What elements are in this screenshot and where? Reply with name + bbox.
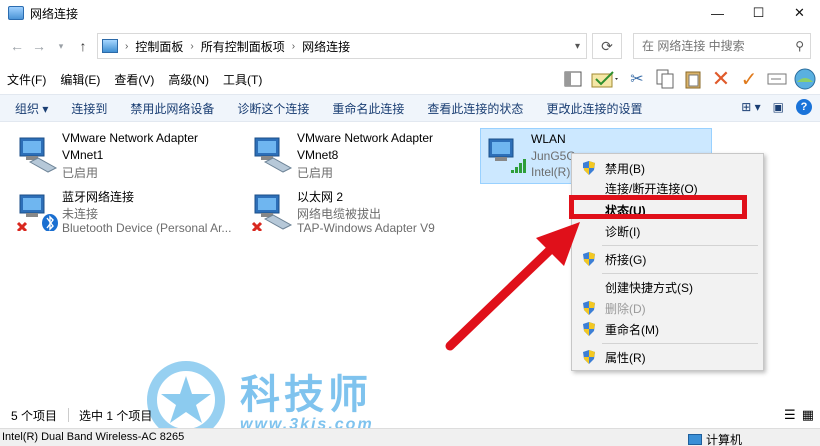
address-bar: ← → ▾ ↑ › 控制面板 › 所有控制面板项 › 网络连接 ▾ ⟳ ⚲	[0, 30, 820, 62]
wifi-adapter-icon	[488, 138, 526, 173]
control-panel-icon	[102, 39, 118, 53]
computer-icon	[687, 434, 702, 445]
title-bar: 网络连接 — ☐ ✕	[0, 0, 820, 26]
details-bar: Intel(R) Dual Band Wireless-AC 8265 计算机	[0, 428, 820, 446]
menu-edit[interactable]: 编辑(E)	[60, 71, 100, 88]
menu-separator	[602, 245, 758, 246]
delete-x-icon[interactable]: ✕	[710, 66, 732, 91]
cut-icon[interactable]: ✂	[626, 68, 648, 90]
organize-button[interactable]: 组织 ▾	[15, 100, 48, 117]
command-bar: 组织 ▾ 连接到 禁用此网络设备 诊断这个连接 重命名此连接 查看此连接的状态 …	[0, 94, 820, 122]
status-bar: 5 个项目 选中 1 个项目 ☰ ▦	[0, 402, 820, 428]
help-icon[interactable]: ?	[796, 99, 812, 115]
copy-icon[interactable]	[654, 68, 676, 90]
diagnose-button[interactable]: 诊断这个连接	[237, 100, 309, 117]
highlight-box	[569, 195, 747, 219]
recent-dropdown-icon[interactable]: ▾	[50, 41, 72, 52]
adapter-bluetooth[interactable]: 蓝牙网络连接 未连接 Bluetooth Device (Personal Ar…	[12, 185, 232, 237]
connect-to-button[interactable]: 连接到	[71, 100, 107, 117]
search-icon[interactable]: ⚲	[795, 39, 804, 53]
view-status-button[interactable]: 查看此连接的状态	[427, 100, 523, 117]
globe-icon[interactable]	[794, 68, 816, 90]
ctx-create-shortcut[interactable]: 创建快捷方式(S)	[572, 277, 763, 297]
red-arrow-annotation	[445, 222, 580, 351]
ctx-delete: 删除(D)	[572, 298, 763, 318]
search-box[interactable]: ⚲	[633, 33, 811, 59]
network-adapter-icon	[19, 137, 58, 173]
selected-count: 选中 1 个项目	[79, 408, 153, 423]
apply-check-icon[interactable]: ✓	[738, 68, 760, 91]
paste-icon[interactable]	[682, 68, 704, 90]
adapter-description: Intel(R) Dual Band Wireless-AC 8265	[2, 431, 185, 443]
menu-separator	[602, 273, 758, 274]
ctx-bridge[interactable]: 桥接(G)	[572, 249, 763, 269]
address-dropdown-icon[interactable]: ▾	[575, 41, 580, 52]
change-settings-button[interactable]: 更改此连接的设置	[546, 100, 642, 117]
bluetooth-adapter-icon	[16, 194, 58, 231]
breadcrumb-network-connections[interactable]: 网络连接	[302, 38, 350, 55]
rename-icon[interactable]	[766, 68, 788, 90]
context-menu: 禁用(B) 连接/断开连接(O) 状态(U) 诊断(I) 桥接(G) 创建快捷方…	[571, 153, 764, 371]
item-count: 5 个项目	[11, 408, 58, 423]
computer-label: 计算机	[705, 433, 742, 446]
view-options-icon[interactable]: ⊞ ▾	[741, 100, 760, 114]
toolbar: ✂ ✕ ✓	[562, 66, 816, 92]
menu-separator	[602, 343, 758, 344]
uac-shield-icon	[583, 161, 595, 175]
ctx-properties[interactable]: 属性(R)	[572, 347, 763, 367]
rename-connection-button[interactable]: 重命名此连接	[332, 100, 404, 117]
menu-tools[interactable]: 工具(T)	[223, 71, 262, 88]
details-view-icon[interactable]: ☰	[784, 407, 796, 423]
minimize-button[interactable]: —	[697, 0, 738, 26]
maximize-button[interactable]: ☐	[738, 0, 779, 26]
forward-arrow-icon[interactable]: →	[28, 38, 50, 54]
search-input[interactable]	[642, 39, 792, 53]
disable-device-button[interactable]: 禁用此网络设备	[130, 100, 214, 117]
window-title: 网络连接	[30, 6, 79, 21]
adapter-vmnet8[interactable]: VMware Network Adapter VMnet8 已启用	[247, 128, 467, 180]
breadcrumb-all-items[interactable]: 所有控制面板项	[201, 38, 285, 55]
ctx-rename[interactable]: 重命名(M)	[572, 319, 763, 339]
breadcrumb-control-panel[interactable]: 控制面板	[135, 38, 183, 55]
properties-check-icon[interactable]	[590, 68, 620, 90]
network-adapter-icon	[254, 137, 293, 173]
ethernet-adapter-icon	[251, 194, 293, 231]
preview-pane-icon[interactable]: ▣	[773, 100, 784, 114]
back-arrow-icon[interactable]: ←	[6, 38, 28, 54]
adapter-ethernet-2[interactable]: 以太网 2 网络电缆被拔出 TAP-Windows Adapter V9	[247, 185, 467, 237]
ctx-diagnose[interactable]: 诊断(I)	[572, 221, 763, 241]
network-folder-icon	[8, 6, 24, 20]
menu-view[interactable]: 查看(V)	[114, 71, 154, 88]
ctx-disable[interactable]: 禁用(B)	[572, 158, 763, 178]
address-field[interactable]: › 控制面板 › 所有控制面板项 › 网络连接 ▾	[97, 33, 587, 59]
close-button[interactable]: ✕	[779, 0, 820, 26]
adapter-vmnet1[interactable]: VMware Network Adapter VMnet1 已启用	[12, 128, 232, 180]
tiles-view-icon[interactable]: ▦	[802, 407, 814, 423]
menu-advanced[interactable]: 高级(N)	[168, 71, 209, 88]
refresh-button[interactable]: ⟳	[592, 33, 622, 59]
up-arrow-icon[interactable]: ↑	[72, 38, 94, 54]
menu-file[interactable]: 文件(F)	[7, 71, 46, 88]
layout-icon[interactable]	[562, 68, 584, 90]
